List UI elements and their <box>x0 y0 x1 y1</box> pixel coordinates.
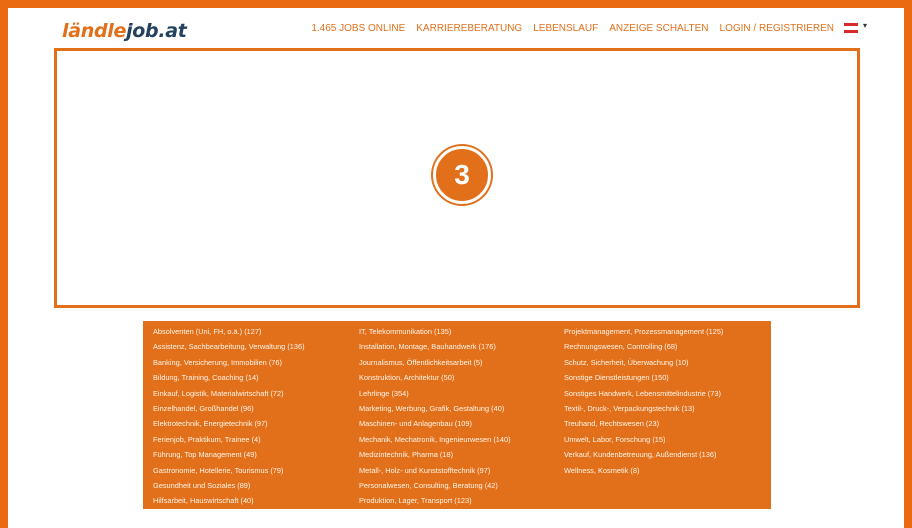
category-link[interactable]: Gesundheit und Soziales (89) <box>153 478 305 493</box>
page: ländlejob.at 1.465 JOBS ONLINE KARRIEREB… <box>8 8 904 528</box>
category-list: Absolventen (Uni, FH, o.ä.) (127) Assist… <box>143 321 771 509</box>
category-link[interactable]: Ferienjob, Praktikum, Trainee (4) <box>153 432 305 447</box>
category-link[interactable]: Journalismus, Öffentlichkeitsarbeit (5) <box>359 355 511 370</box>
category-link[interactable]: Produktion, Lager, Transport (123) <box>359 493 511 508</box>
category-link[interactable]: Personalwesen, Consulting, Beratung (42) <box>359 478 511 493</box>
category-link[interactable]: IT, Telekommunikation (135) <box>359 324 511 339</box>
header: ländlejob.at 1.465 JOBS ONLINE KARRIEREB… <box>8 8 904 46</box>
step-badge: 3 <box>433 146 491 204</box>
category-link[interactable]: Elektrotechnik, Energietechnik (97) <box>153 416 305 431</box>
category-link[interactable]: Wellness, Kosmetik (8) <box>564 463 723 478</box>
category-link[interactable]: Maschinen- und Anlagenbau (109) <box>359 416 511 431</box>
category-column-1: Absolventen (Uni, FH, o.ä.) (127) Assist… <box>153 324 305 509</box>
category-link[interactable]: Gastronomie, Hotellerie, Tourismus (79) <box>153 463 305 478</box>
nav-anzeige-schalten[interactable]: ANZEIGE SCHALTEN <box>609 23 708 34</box>
category-link[interactable]: Führung, Top Management (49) <box>153 447 305 462</box>
category-link[interactable]: Sonstiges Handwerk, Lebensmittelindustri… <box>564 386 723 401</box>
category-link[interactable]: Einkauf, Logistik, Materialwirtschaft (7… <box>153 386 305 401</box>
category-link[interactable]: Projektmanagement, Prozessmanagement (12… <box>564 324 723 339</box>
nav-login-registrieren[interactable]: LOGIN / REGISTRIEREN <box>720 23 834 34</box>
nav-jobs-online[interactable]: 1.465 JOBS ONLINE <box>311 23 405 34</box>
category-link[interactable]: Treuhand, Rechtswesen (23) <box>564 416 723 431</box>
site-logo[interactable]: ländlejob.at <box>62 20 187 42</box>
category-link[interactable]: Hilfsarbeit, Hauswirtschaft (40) <box>153 493 305 508</box>
category-link[interactable]: Sonstige Dienstleistungen (150) <box>564 370 723 385</box>
category-link[interactable]: Einzelhandel, Großhandel (96) <box>153 401 305 416</box>
category-link[interactable]: Mechanik, Mechatronik, Ingenieurwesen (1… <box>359 432 511 447</box>
category-link[interactable]: Banking, Versicherung, Immobilien (76) <box>153 355 305 370</box>
category-link[interactable]: Bildung, Training, Coaching (14) <box>153 370 305 385</box>
nav-lebenslauf[interactable]: LEBENSLAUF <box>533 23 598 34</box>
logo-part-job-at: job.at <box>126 20 187 42</box>
category-link[interactable]: Medizintechnik, Pharma (18) <box>359 447 511 462</box>
category-column-3: Projektmanagement, Prozessmanagement (12… <box>564 324 723 478</box>
category-link[interactable]: Schutz, Sicherheit, Überwachung (10) <box>564 355 723 370</box>
category-link[interactable]: Lehrlinge (354) <box>359 386 511 401</box>
category-link[interactable]: Konstruktion, Architektur (50) <box>359 370 511 385</box>
category-link[interactable]: Rechnungswesen, Controlling (68) <box>564 339 723 354</box>
language-caret-icon[interactable]: ▾ <box>863 21 867 30</box>
category-column-2: IT, Telekommunikation (135) Installation… <box>359 324 511 509</box>
category-link[interactable]: Metall-, Holz- und Kunststofftechnik (97… <box>359 463 511 478</box>
banner-area: 3 <box>54 48 860 308</box>
category-link[interactable]: Installation, Montage, Bauhandwerk (176) <box>359 339 511 354</box>
category-link[interactable]: Umwelt, Labor, Forschung (15) <box>564 432 723 447</box>
category-link[interactable]: Textil-, Druck-, Verpackungstechnik (13) <box>564 401 723 416</box>
nav-karriereberatung[interactable]: KARRIEREBERATUNG <box>416 23 522 34</box>
logo-part-laendle: ländle <box>62 20 127 42</box>
category-link[interactable]: Marketing, Werbung, Grafik, Gestaltung (… <box>359 401 511 416</box>
category-link[interactable]: Assistenz, Sachbearbeitung, Verwaltung (… <box>153 339 305 354</box>
category-link[interactable]: Verkauf, Kundenbetreuung, Außendienst (1… <box>564 447 723 462</box>
main-nav: 1.465 JOBS ONLINE KARRIEREBERATUNG LEBEN… <box>311 23 834 34</box>
austria-flag-icon[interactable] <box>844 23 858 33</box>
category-link[interactable]: Absolventen (Uni, FH, o.ä.) (127) <box>153 324 305 339</box>
